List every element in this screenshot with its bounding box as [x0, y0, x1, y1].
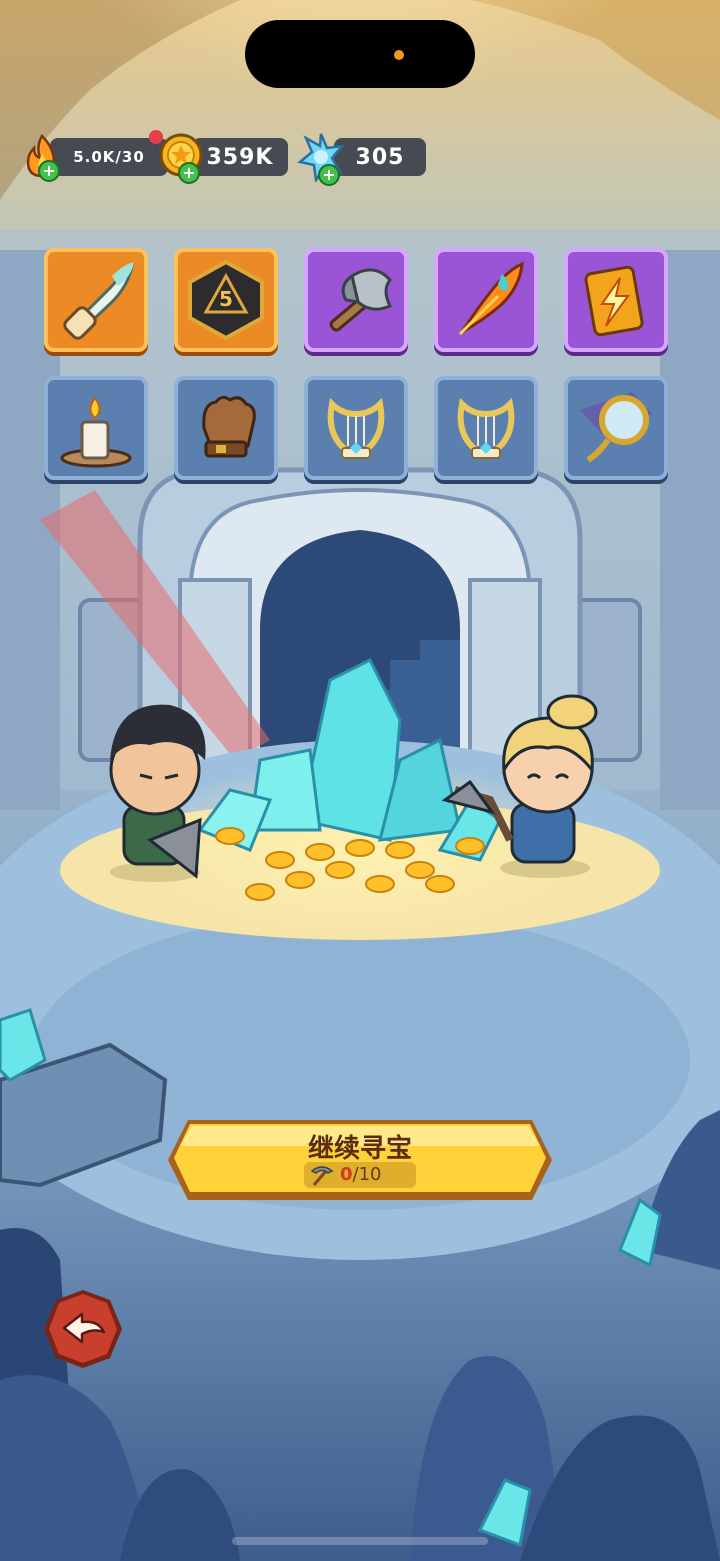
- plus-icon[interactable]: +: [38, 160, 60, 182]
- lyre-icon: [327, 397, 385, 459]
- item-slot-8[interactable]: [304, 376, 408, 480]
- item-slot-5[interactable]: [564, 248, 668, 352]
- battle-axe-icon: [329, 268, 393, 332]
- item-slot-1[interactable]: [44, 248, 148, 352]
- item-slot-2[interactable]: 5: [174, 248, 278, 352]
- gems-value: 305: [334, 138, 426, 176]
- plus-icon[interactable]: +: [178, 162, 200, 184]
- lightning-card-icon: [584, 265, 644, 337]
- counter-total: /10: [352, 1164, 382, 1185]
- counter-current: 0: [340, 1164, 353, 1185]
- stamina-resource[interactable]: 5.0K/30 +: [20, 130, 168, 182]
- feather-scroll-icon: [63, 262, 135, 340]
- back-button[interactable]: [42, 1288, 124, 1370]
- continue-treasure-button[interactable]: 继续寻宝 0/10: [166, 1118, 554, 1202]
- svg-text:5: 5: [219, 287, 233, 311]
- miner-left-character: [109, 704, 206, 882]
- item-slot-4[interactable]: [434, 248, 538, 352]
- d20-dice-icon: 5: [188, 259, 264, 341]
- gems-resource[interactable]: 305 +: [296, 133, 426, 186]
- item-slot-7[interactable]: [174, 376, 278, 480]
- status-dot: [394, 50, 404, 60]
- gold-value: 359K: [192, 138, 288, 176]
- magnifying-glass-icon: [580, 392, 652, 463]
- leather-glove-icon: [202, 395, 256, 458]
- pickaxe-icon: [310, 1166, 334, 1186]
- candle-icon: [60, 396, 132, 468]
- item-slot-9[interactable]: [434, 376, 538, 480]
- continue-treasure-label: 继续寻宝: [307, 1134, 412, 1164]
- item-slot-3[interactable]: [304, 248, 408, 352]
- item-slot-6[interactable]: [44, 376, 148, 480]
- gold-resource[interactable]: 359K +: [158, 133, 288, 184]
- plus-icon[interactable]: +: [318, 164, 340, 186]
- dynamic-island: [245, 20, 475, 88]
- pickaxe-counter: 0/10: [304, 1162, 416, 1188]
- item-slot-10[interactable]: [564, 376, 668, 480]
- phoenix-feather-icon: [458, 261, 524, 336]
- lyre-icon: [457, 397, 515, 459]
- home-indicator: [232, 1537, 488, 1545]
